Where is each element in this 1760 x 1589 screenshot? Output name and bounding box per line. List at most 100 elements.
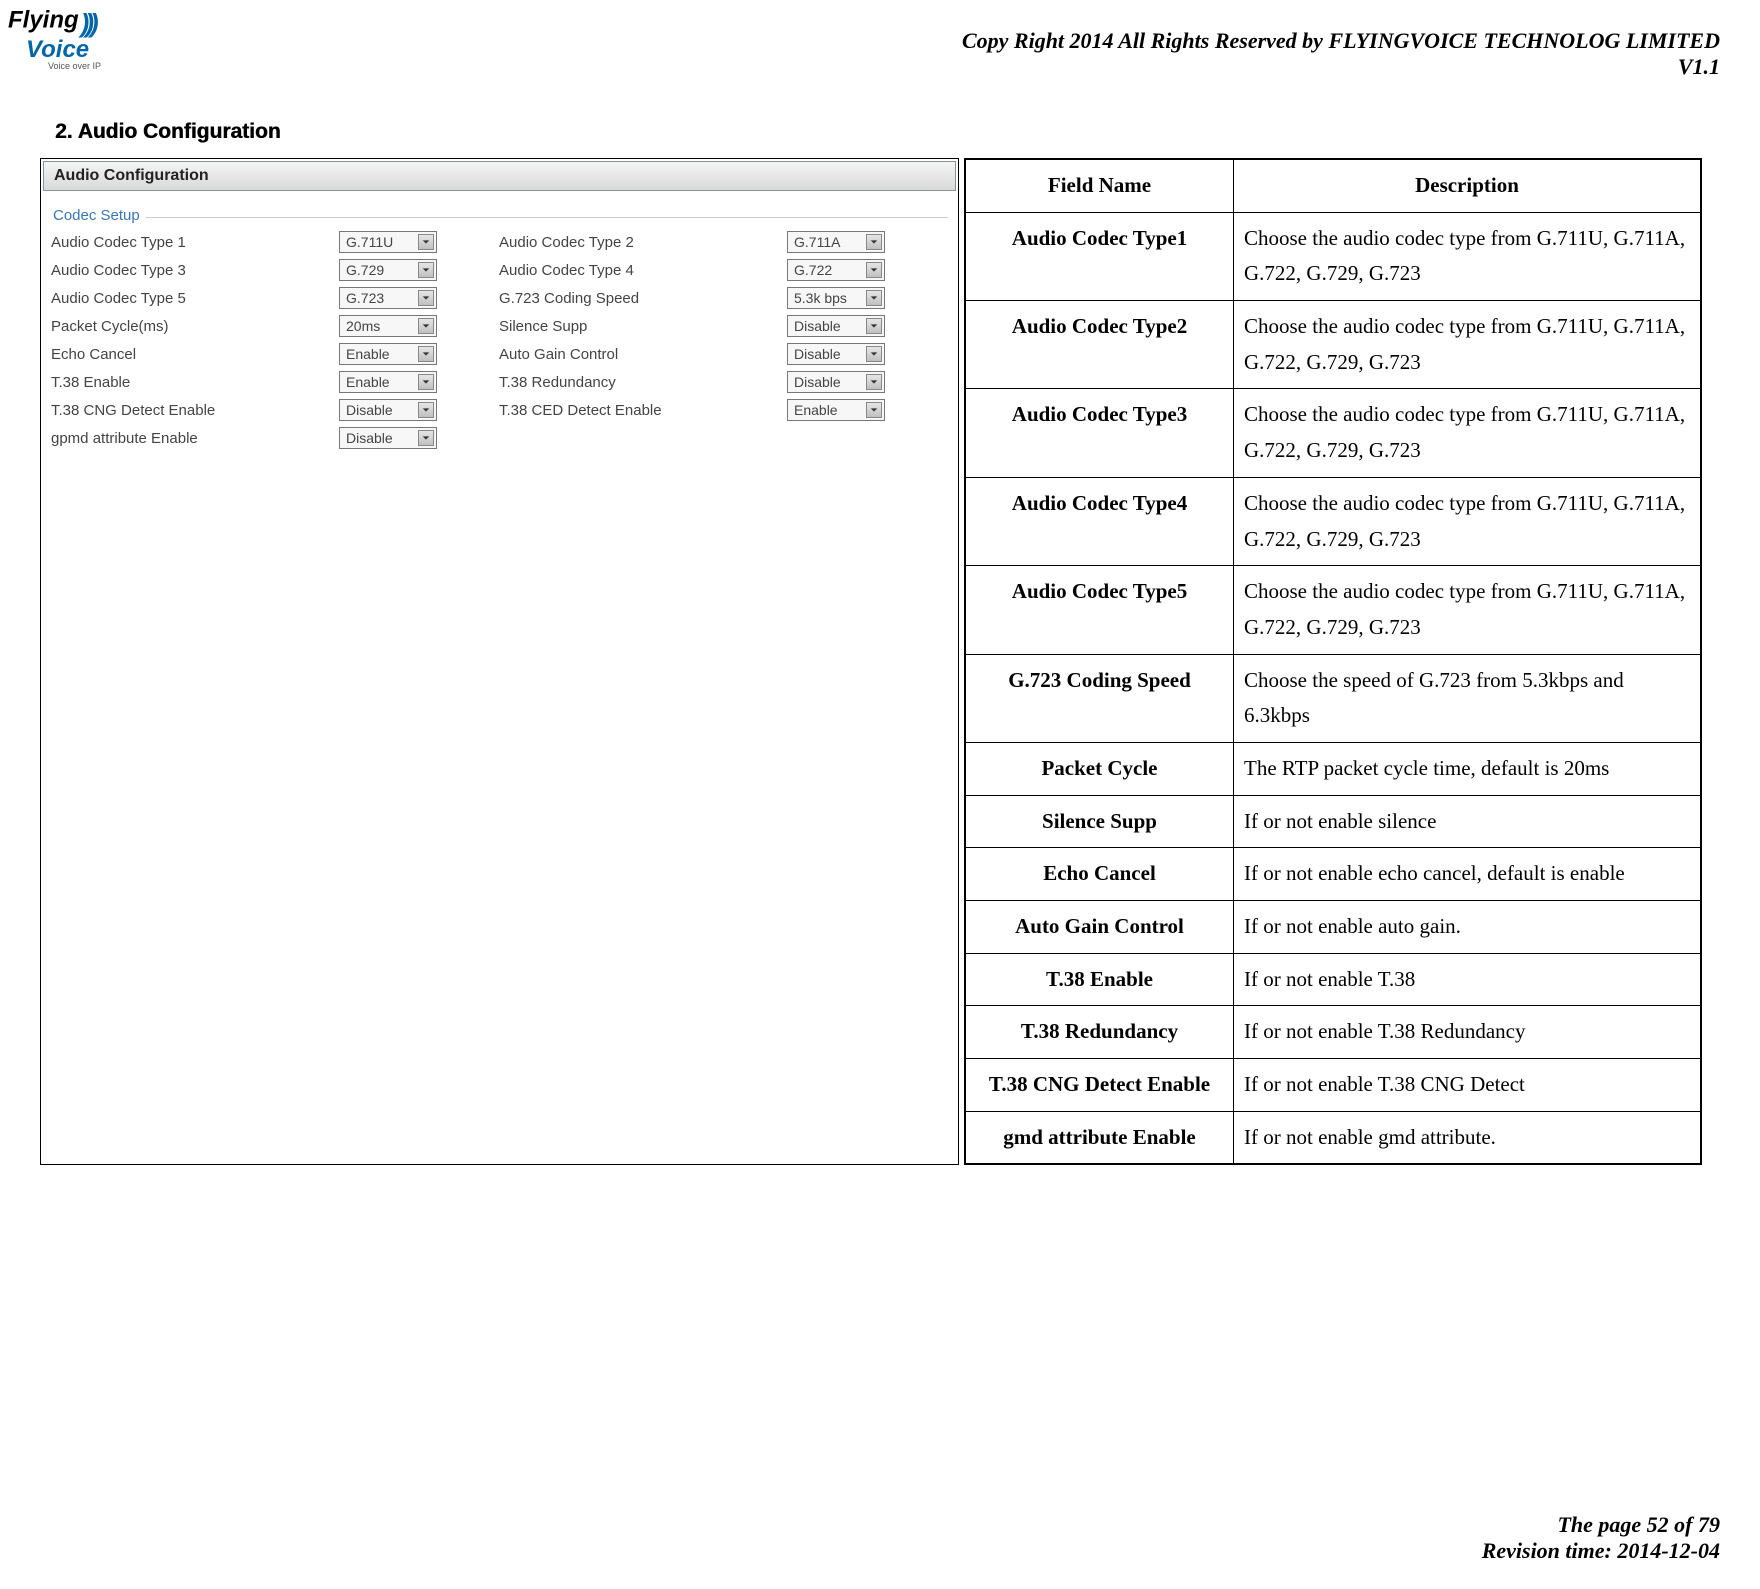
select-0-left[interactable]: G.711U xyxy=(339,231,437,253)
field-name-cell: Audio Codec Type4 xyxy=(966,477,1234,565)
copyright-text: Copy Right 2014 All Rights Reserved by F… xyxy=(962,28,1720,54)
field-name-cell: Silence Supp xyxy=(966,795,1234,848)
footer: The page 52 of 79 Revision time: 2014-12… xyxy=(1482,1512,1720,1564)
field-name-cell: G.723 Coding Speed xyxy=(966,654,1234,742)
description-cell: If or not enable gmd attribute. xyxy=(1234,1111,1701,1164)
table-row: Packet CycleThe RTP packet cycle time, d… xyxy=(966,742,1701,795)
content: Audio Configuration Codec Setup Audio Co… xyxy=(40,158,1702,1165)
logo: Flying))) Voice Voice over IP xyxy=(8,8,101,71)
table-row: Audio Codec Type5Choose the audio codec … xyxy=(966,566,1701,654)
select-value: Enable xyxy=(794,402,866,418)
field-name-cell: T.38 Redundancy xyxy=(966,1006,1234,1059)
description-cell: If or not enable echo cancel, default is… xyxy=(1234,848,1701,901)
table-row: Audio Codec Type1Choose the audio codec … xyxy=(966,212,1701,300)
logo-waves-icon: ))) xyxy=(81,8,95,39)
select-7-left[interactable]: Disable xyxy=(339,427,437,449)
form-label: G.723 Coding Speed xyxy=(499,290,787,307)
description-table: Field Name Description Audio Codec Type1… xyxy=(965,159,1701,1164)
select-value: Disable xyxy=(794,374,866,390)
select-value: G.711A xyxy=(794,234,866,250)
select-4-right[interactable]: Disable xyxy=(787,343,885,365)
select-value: Disable xyxy=(794,346,866,362)
field-name-cell: Echo Cancel xyxy=(966,848,1234,901)
select-3-left[interactable]: 20ms xyxy=(339,315,437,337)
description-cell: If or not enable silence xyxy=(1234,795,1701,848)
field-name-cell: Auto Gain Control xyxy=(966,901,1234,954)
chevron-down-icon xyxy=(866,374,882,390)
field-name-cell: Packet Cycle xyxy=(966,742,1234,795)
table-row: Echo CancelIf or not enable echo cancel,… xyxy=(966,848,1701,901)
table-row: gmd attribute EnableIf or not enable gmd… xyxy=(966,1111,1701,1164)
chevron-down-icon xyxy=(866,402,882,418)
select-value: Enable xyxy=(346,346,418,362)
table-row: T.38 RedundancyIf or not enable T.38 Red… xyxy=(966,1006,1701,1059)
select-5-left[interactable]: Enable xyxy=(339,371,437,393)
page-number: The page 52 of 79 xyxy=(1482,1512,1720,1538)
chevron-down-icon xyxy=(418,402,434,418)
description-cell: If or not enable auto gain. xyxy=(1234,901,1701,954)
select-5-right[interactable]: Disable xyxy=(787,371,885,393)
select-1-right[interactable]: G.722 xyxy=(787,259,885,281)
select-value: 5.3k bps xyxy=(794,290,866,306)
select-0-right[interactable]: G.711A xyxy=(787,231,885,253)
select-6-left[interactable]: Disable xyxy=(339,399,437,421)
table-row: Audio Codec Type3Choose the audio codec … xyxy=(966,389,1701,477)
form-label: T.38 Redundancy xyxy=(499,374,787,391)
panel-title: Audio Configuration xyxy=(43,161,956,191)
logo-tagline: Voice over IP xyxy=(48,61,101,71)
form-label: Echo Cancel xyxy=(51,346,339,363)
form-label: T.38 Enable xyxy=(51,374,339,391)
description-cell: The RTP packet cycle time, default is 20… xyxy=(1234,742,1701,795)
form-label: T.38 CNG Detect Enable xyxy=(51,402,339,419)
description-cell: Choose the audio codec type from G.711U,… xyxy=(1234,301,1701,389)
form-label: Auto Gain Control xyxy=(499,346,787,363)
select-value: 20ms xyxy=(346,318,418,334)
field-name-cell: Audio Codec Type1 xyxy=(966,212,1234,300)
chevron-down-icon xyxy=(418,346,434,362)
table-row: T.38 EnableIf or not enable T.38 xyxy=(966,953,1701,1006)
logo-text-2: Voice xyxy=(26,39,101,61)
select-value: Disable xyxy=(794,318,866,334)
table-row: Audio Codec Type4Choose the audio codec … xyxy=(966,477,1701,565)
chevron-down-icon xyxy=(418,318,434,334)
field-name-cell: Audio Codec Type3 xyxy=(966,389,1234,477)
table-row: Auto Gain ControlIf or not enable auto g… xyxy=(966,901,1701,954)
table-row: T.38 CNG Detect EnableIf or not enable T… xyxy=(966,1059,1701,1112)
description-cell: Choose the audio codec type from G.711U,… xyxy=(1234,212,1701,300)
field-name-cell: Audio Codec Type2 xyxy=(966,301,1234,389)
description-cell: Choose the audio codec type from G.711U,… xyxy=(1234,389,1701,477)
select-value: Disable xyxy=(346,402,418,418)
chevron-down-icon xyxy=(866,318,882,334)
revision-time: Revision time: 2014-12-04 xyxy=(1482,1538,1720,1564)
select-1-left[interactable]: G.729 xyxy=(339,259,437,281)
chevron-down-icon xyxy=(866,234,882,250)
description-cell: Choose the audio codec type from G.711U,… xyxy=(1234,477,1701,565)
select-6-right[interactable]: Enable xyxy=(787,399,885,421)
table-header-field: Field Name xyxy=(966,160,1234,213)
config-panel: Audio Configuration Codec Setup Audio Co… xyxy=(40,158,959,1165)
form-label: Silence Supp xyxy=(499,318,787,335)
select-3-right[interactable]: Disable xyxy=(787,315,885,337)
select-value: G.722 xyxy=(794,262,866,278)
description-cell: If or not enable T.38 Redundancy xyxy=(1234,1006,1701,1059)
select-value: G.729 xyxy=(346,262,418,278)
chevron-down-icon xyxy=(418,290,434,306)
select-4-left[interactable]: Enable xyxy=(339,343,437,365)
form-label: gpmd attribute Enable xyxy=(51,430,339,447)
chevron-down-icon xyxy=(418,262,434,278)
form-label: Audio Codec Type 2 xyxy=(499,234,787,251)
select-2-left[interactable]: G.723 xyxy=(339,287,437,309)
description-cell: Choose the speed of G.723 from 5.3kbps a… xyxy=(1234,654,1701,742)
form-label: Audio Codec Type 5 xyxy=(51,290,339,307)
logo-text-1: Flying xyxy=(8,7,79,34)
version-text: V1.1 xyxy=(962,54,1720,80)
description-cell: If or not enable T.38 CNG Detect xyxy=(1234,1059,1701,1112)
form-label: T.38 CED Detect Enable xyxy=(499,402,787,419)
form-label: Audio Codec Type 1 xyxy=(51,234,339,251)
chevron-down-icon xyxy=(866,262,882,278)
form-label: Packet Cycle(ms) xyxy=(51,318,339,335)
select-2-right[interactable]: 5.3k bps xyxy=(787,287,885,309)
description-cell: Choose the audio codec type from G.711U,… xyxy=(1234,566,1701,654)
field-name-cell: Audio Codec Type5 xyxy=(966,566,1234,654)
header: Copy Right 2014 All Rights Reserved by F… xyxy=(962,28,1720,80)
